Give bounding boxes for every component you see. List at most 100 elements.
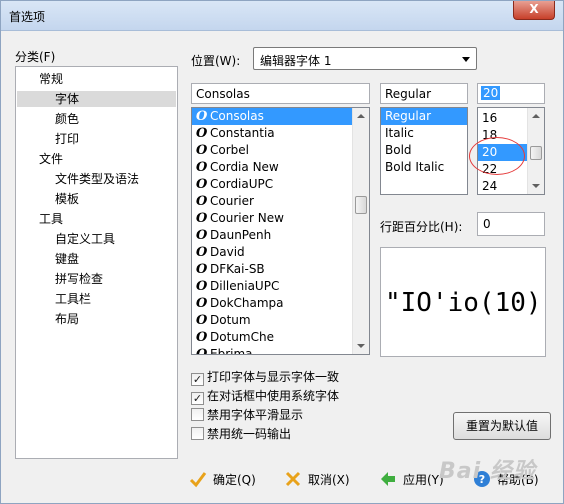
tree-item[interactable]: 拼写检查 <box>55 271 103 287</box>
font-list-label: DaunPenh <box>210 228 272 242</box>
tree-item[interactable]: 字体 <box>17 91 176 107</box>
font-list-item[interactable]: O Consolas <box>192 108 352 125</box>
font-list-label: DilleniaUPC <box>210 279 280 293</box>
tree-item[interactable]: 键盘 <box>55 251 79 267</box>
font-list-item[interactable]: O DilleniaUPC <box>192 278 352 295</box>
opentype-icon: O <box>196 228 208 243</box>
font-list-item[interactable]: O Ebrima <box>192 346 352 355</box>
tree-item[interactable]: 工具栏 <box>55 291 91 307</box>
apply-button[interactable]: 应用(Y) <box>379 470 444 490</box>
ok-button[interactable]: 确定(Q) <box>189 470 256 490</box>
location-select[interactable]: 编辑器字体 1 <box>253 47 477 70</box>
font-list-label: CordiaUPC <box>210 177 274 191</box>
font-list-item[interactable]: O DotumChe <box>192 329 352 346</box>
font-style-value: Regular <box>385 87 432 101</box>
opentype-icon: O <box>196 143 208 158</box>
scroll-up-icon[interactable] <box>357 114 365 118</box>
font-size-input[interactable]: 20 <box>477 83 545 104</box>
font-style-item[interactable]: Regular <box>381 108 467 125</box>
font-style-item[interactable]: Italic <box>381 125 467 142</box>
opentype-icon: O <box>196 262 208 277</box>
font-size-scrollbar[interactable] <box>527 108 544 194</box>
font-size-item[interactable]: 16 <box>478 110 527 127</box>
chevron-down-icon <box>462 57 470 62</box>
checkbox-checked-icon[interactable]: ✓ <box>191 392 204 405</box>
highlight-circle <box>469 137 525 175</box>
option-label: 禁用统一码输出 <box>207 427 292 441</box>
font-list-item[interactable]: O Constantia <box>192 125 352 142</box>
font-list-item[interactable]: O Corbel <box>192 142 352 159</box>
font-list-scrollbar[interactable] <box>352 108 369 354</box>
font-list-label: Constantia <box>210 126 275 140</box>
tree-item[interactable]: 文件类型及语法 <box>55 171 139 187</box>
option-checkbox-row[interactable]: ✓ 打印字体与显示字体一致 <box>191 368 339 386</box>
scroll-down-icon[interactable] <box>532 184 540 188</box>
font-list-item[interactable]: O Cordia New <box>192 159 352 176</box>
checkbox-unchecked-icon[interactable] <box>191 427 204 440</box>
option-checkbox-row[interactable]: ✓ 在对话框中使用系统字体 <box>191 387 339 405</box>
checkbox-checked-icon[interactable]: ✓ <box>191 373 204 386</box>
scroll-down-icon[interactable] <box>357 344 365 348</box>
font-style-item[interactable]: Bold Italic <box>381 159 467 176</box>
font-list-item[interactable]: O Dotum <box>192 312 352 329</box>
opentype-icon: O <box>196 160 208 175</box>
apply-label: 应用(Y) <box>403 473 444 487</box>
option-label: 打印字体与显示字体一致 <box>207 370 340 384</box>
opentype-icon: O <box>196 347 208 355</box>
tree-item[interactable]: 模板 <box>55 191 79 207</box>
font-preview: "IO'io(10)" <box>380 247 546 357</box>
opentype-icon: O <box>196 109 208 124</box>
font-list-item[interactable]: O CordiaUPC <box>192 176 352 193</box>
font-list-item[interactable]: O DokChampa <box>192 295 352 312</box>
tree-item[interactable]: 文件 <box>39 151 63 167</box>
category-tree[interactable]: 常规字体颜色打印文件文件类型及语法 模板工具自定义工具键盘拼写检查工具栏布局 <box>15 66 178 459</box>
line-spacing-input[interactable]: 0 <box>477 212 545 236</box>
font-name-input[interactable]: Consolas <box>191 83 370 104</box>
opentype-icon: O <box>196 194 208 209</box>
preview-text: "IO'io(10)" <box>385 288 546 318</box>
option-label: 禁用字体平滑显示 <box>207 408 304 422</box>
tree-item[interactable]: 工具 <box>39 211 63 227</box>
line-spacing-value: 0 <box>483 217 491 231</box>
window-title: 首选项 <box>9 10 46 24</box>
tree-item[interactable]: 打印 <box>55 131 79 147</box>
location-value: 编辑器字体 1 <box>260 54 332 68</box>
preferences-dialog: 首选项 X 分类(F) 常规 字体 颜色 打印 文件 文件类型及语法 模板 工具 自定义工具 键盘… <box>0 0 564 504</box>
font-size-item[interactable]: 24 <box>478 178 527 194</box>
font-list-label: Cordia New <box>210 160 279 174</box>
opentype-icon: O <box>196 177 208 192</box>
font-list-label: DokChampa <box>210 296 284 310</box>
font-style-input[interactable]: Regular <box>380 83 468 104</box>
scroll-thumb[interactable] <box>530 146 542 160</box>
tree-item[interactable]: 布局 <box>55 311 79 327</box>
close-button[interactable]: X <box>513 1 555 20</box>
font-list-label: Courier <box>210 194 254 208</box>
reset-defaults-button[interactable]: 重置为默认值 <box>453 412 551 440</box>
font-list-item[interactable]: O DaunPenh <box>192 227 352 244</box>
font-list-item[interactable]: O DFKai-SB <box>192 261 352 278</box>
tree-item[interactable]: 常规 <box>39 71 63 87</box>
font-list-label: DFKai-SB <box>210 262 265 276</box>
cancel-label: 取消(X) <box>308 473 350 487</box>
font-list-label: Consolas <box>210 109 264 123</box>
font-list-item[interactable]: O Courier New <box>192 210 352 227</box>
font-list-label: David <box>210 245 245 259</box>
tree-item[interactable]: 颜色 <box>55 111 79 127</box>
option-label: 在对话框中使用系统字体 <box>207 389 340 403</box>
scroll-up-icon[interactable] <box>532 114 540 118</box>
checkbox-unchecked-icon[interactable] <box>191 408 204 421</box>
font-list[interactable]: O Consolas O Constantia O Corbel O Cordia New O C… <box>191 107 370 355</box>
font-list-item[interactable]: O David <box>192 244 352 261</box>
cancel-button[interactable]: 取消(X) <box>284 470 350 490</box>
opentype-icon: O <box>196 296 208 311</box>
opentype-icon: O <box>196 330 208 345</box>
font-size-value: 20 <box>481 86 501 100</box>
scroll-thumb[interactable] <box>355 196 367 214</box>
font-style-list[interactable]: Regular Italic Bold Bold Italic <box>380 107 468 195</box>
font-style-item[interactable]: Bold <box>381 142 467 159</box>
opentype-icon: O <box>196 245 208 260</box>
option-checkbox-row[interactable]: 禁用字体平滑显示 <box>191 406 303 423</box>
tree-item[interactable]: 自定义工具 <box>55 231 115 247</box>
font-list-item[interactable]: O Courier <box>192 193 352 210</box>
option-checkbox-row[interactable]: 禁用统一码输出 <box>191 425 291 442</box>
